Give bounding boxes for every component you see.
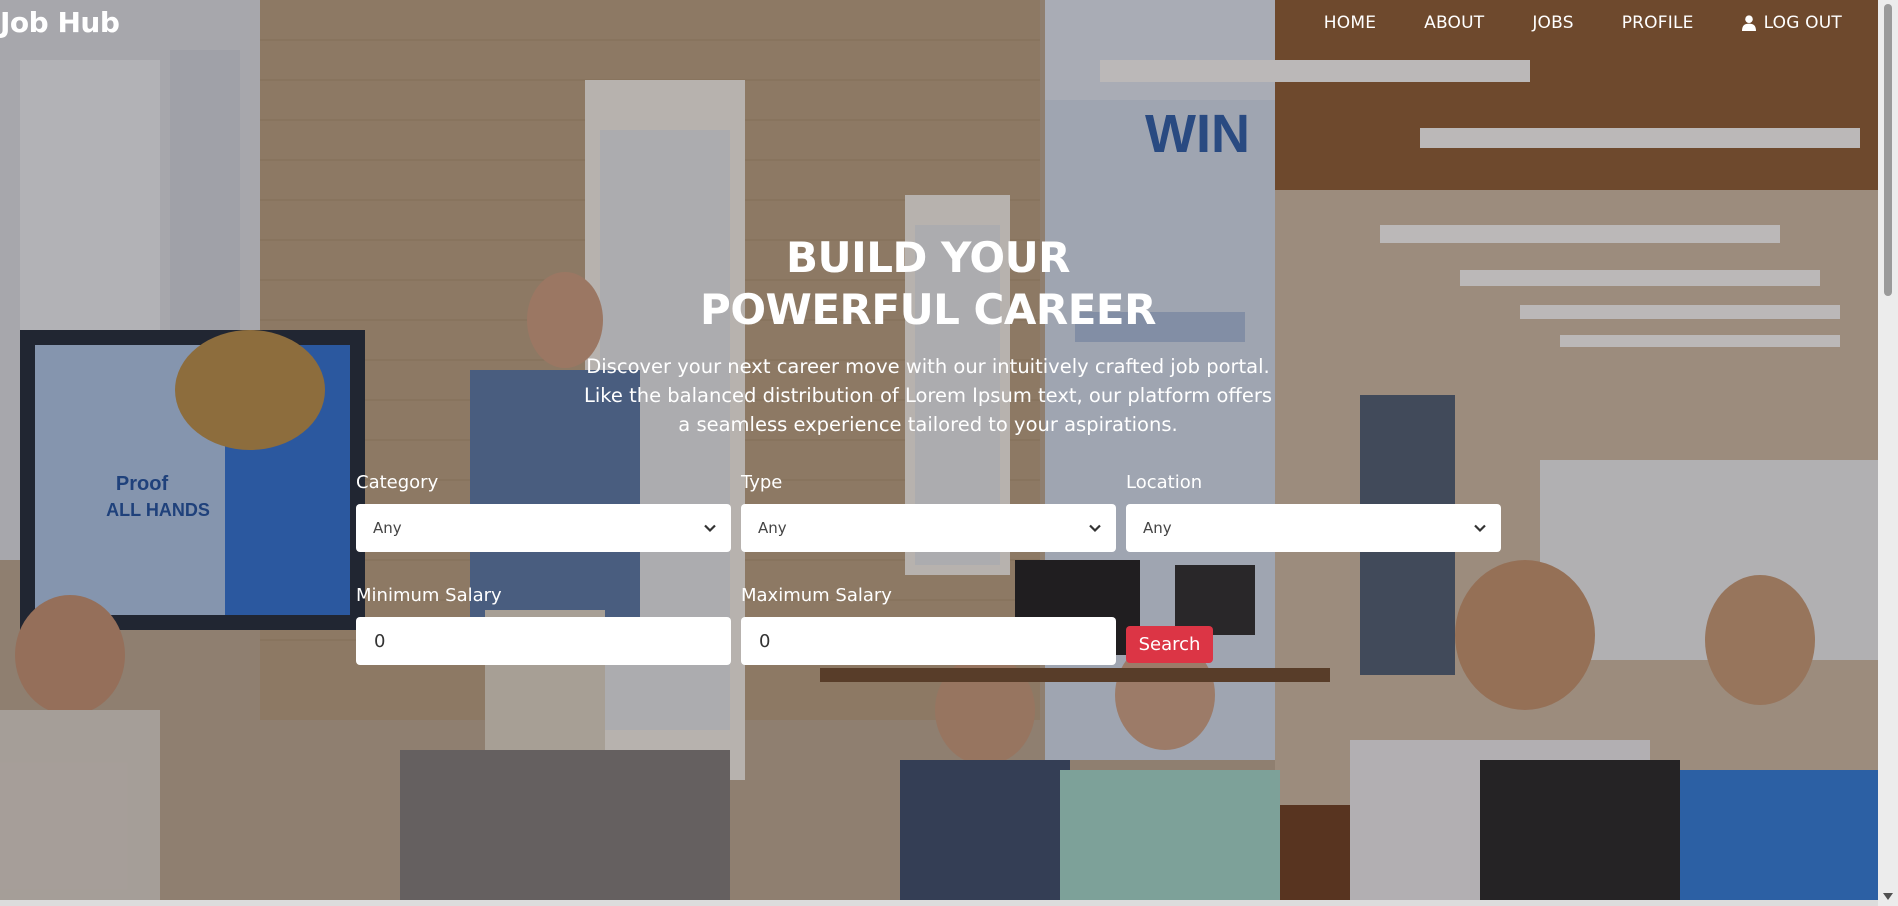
max-salary-label: Maximum Salary — [741, 585, 892, 606]
hero-desc-line-2: Like the balanced distribution of Lorem … — [584, 384, 1272, 407]
hero-desc-line-1: Discover your next career move with our … — [586, 355, 1270, 378]
type-select-value: Any — [758, 519, 787, 537]
location-label: Location — [1126, 472, 1203, 493]
location-select[interactable]: Any — [1126, 504, 1501, 552]
type-select[interactable]: Any — [741, 504, 1116, 552]
max-salary-input[interactable]: 0 — [741, 617, 1116, 665]
hero-description: Discover your next career move with our … — [0, 352, 1856, 439]
scrollbar-thumb[interactable] — [1884, 4, 1892, 296]
category-select[interactable]: Any — [356, 504, 731, 552]
category-label: Category — [356, 472, 439, 493]
chevron-down-icon — [1088, 521, 1102, 535]
min-salary-input[interactable]: 0 — [356, 617, 731, 665]
category-select-value: Any — [373, 519, 402, 537]
nav-jobs[interactable]: JOBS — [1532, 13, 1573, 33]
user-icon — [1741, 15, 1756, 31]
main-nav: HOME ABOUT JOBS PROFILE LOG OUT — [1276, 13, 1842, 33]
location-select-value: Any — [1143, 519, 1172, 537]
chevron-down-icon — [703, 521, 717, 535]
nav-home[interactable]: HOME — [1324, 13, 1376, 33]
nav-about[interactable]: ABOUT — [1424, 13, 1484, 33]
hero-title: BUILD YOUR POWERFUL CAREER — [0, 232, 1856, 336]
type-label: Type — [741, 472, 783, 493]
brand-logo[interactable]: Job Hub — [0, 6, 120, 39]
background-overlay — [0, 0, 1878, 900]
min-salary-label: Minimum Salary — [356, 585, 502, 606]
nav-logout-label: LOG OUT — [1763, 13, 1842, 33]
hero-title-line-1: BUILD YOUR — [785, 233, 1071, 282]
chevron-down-icon — [1473, 521, 1487, 535]
scroll-down-arrow-icon[interactable] — [1883, 893, 1893, 900]
horizontal-scrollbar[interactable] — [0, 900, 1878, 906]
search-button[interactable]: Search — [1126, 626, 1213, 663]
nav-logout[interactable]: LOG OUT — [1741, 13, 1842, 33]
vertical-scrollbar[interactable] — [1878, 0, 1898, 906]
hero-title-line-2: POWERFUL CAREER — [700, 285, 1156, 334]
hero-desc-line-3: a seamless experience tailored to your a… — [678, 413, 1178, 436]
nav-profile[interactable]: PROFILE — [1622, 13, 1694, 33]
